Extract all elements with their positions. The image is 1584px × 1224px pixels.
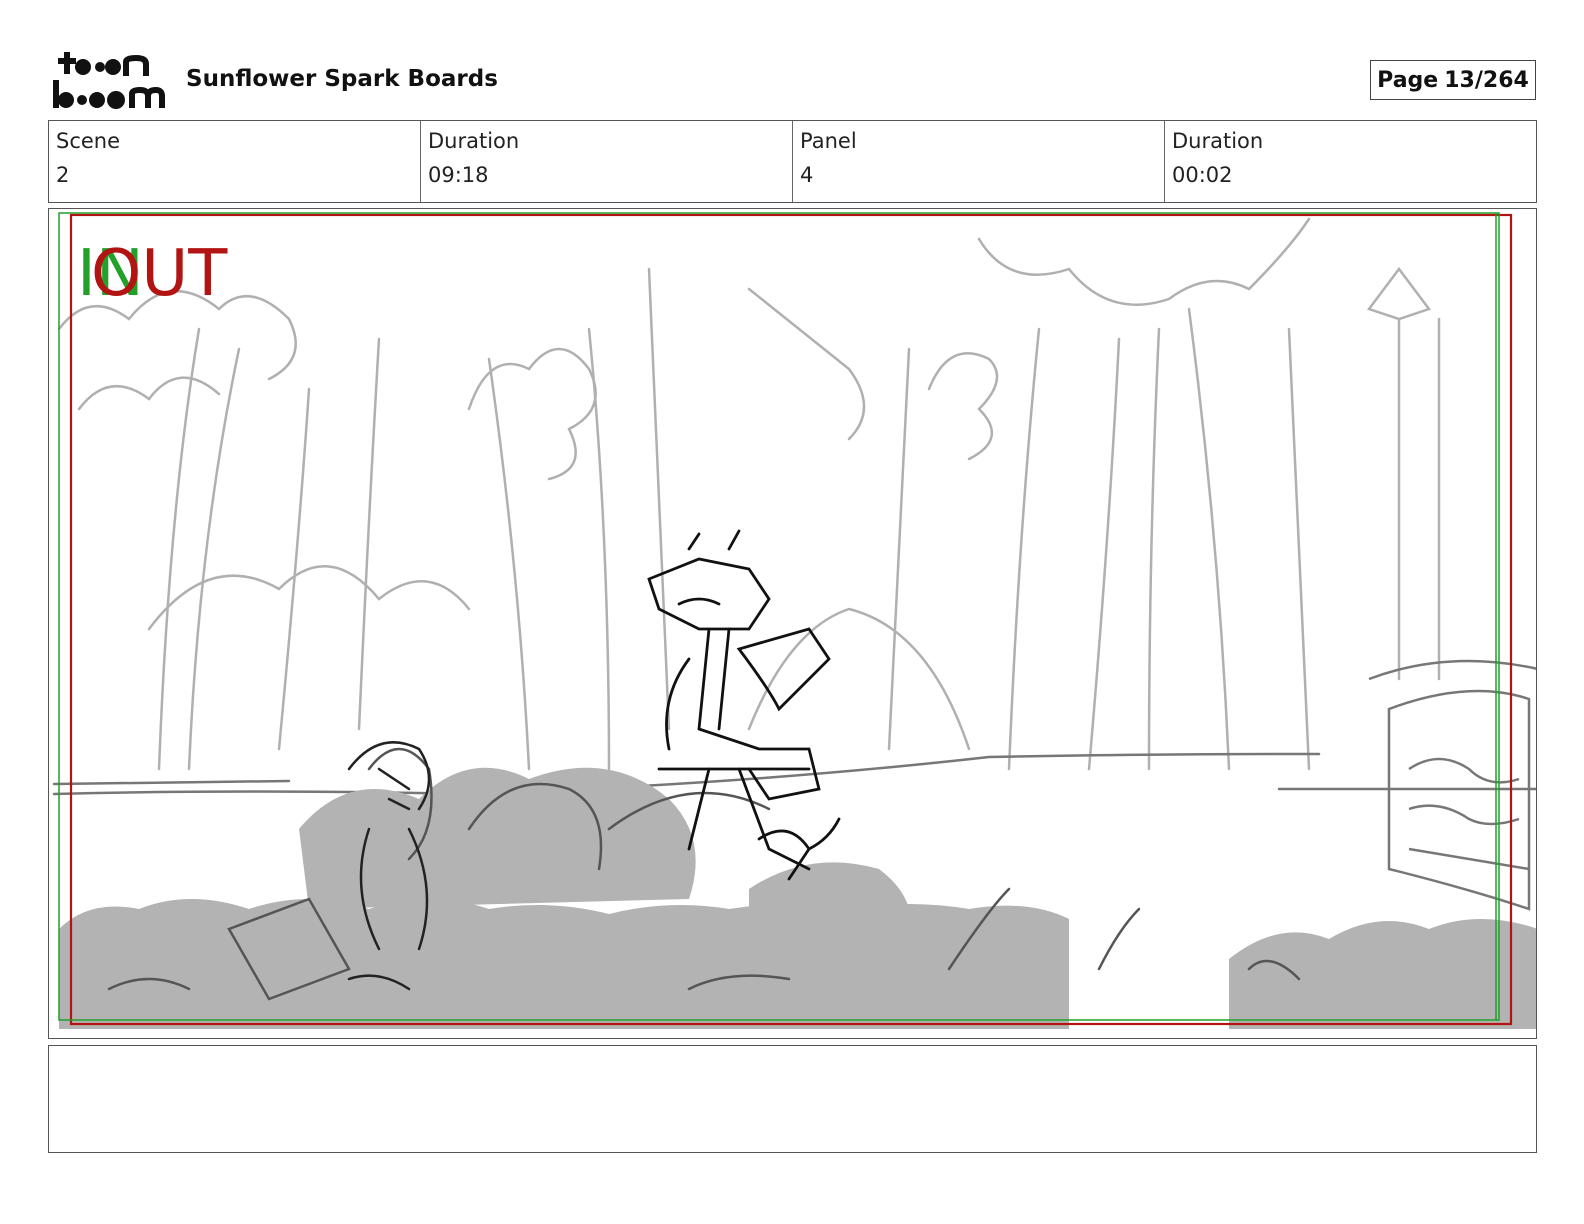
panel-duration-label: Duration [1172, 129, 1264, 153]
scene-value: 2 [56, 163, 70, 187]
panel-notes-box [48, 1045, 1537, 1153]
panel-duration-value: 00:02 [1172, 163, 1233, 187]
scene-label: Scene [56, 129, 121, 153]
in-out-marker: IN OUT [77, 239, 297, 309]
toon-boom-logo [50, 50, 166, 112]
panel-label: Panel [800, 129, 857, 153]
panel-cell: Panel 4 [793, 121, 1165, 202]
page-label: Page [1377, 67, 1439, 93]
panel-duration-cell: Duration 00:02 [1165, 121, 1536, 202]
scene-duration-cell: Duration 09:18 [421, 121, 793, 202]
panel-sketch [52, 212, 1536, 1029]
panel-value: 4 [800, 163, 814, 187]
scene-duration-value: 09:18 [428, 163, 489, 187]
scene-duration-label: Duration [428, 129, 520, 153]
out-marker: OUT [91, 237, 228, 311]
project-title: Sunflower Spark Boards [186, 66, 498, 92]
page-indicator: Page 13/264 [1370, 60, 1536, 100]
storyboard-panel: IN OUT [48, 208, 1537, 1039]
page-number: 13/264 [1444, 67, 1529, 93]
scene-info-table: Scene 2 Duration 09:18 Panel 4 Duration … [48, 120, 1537, 203]
scene-cell: Scene 2 [49, 121, 421, 202]
